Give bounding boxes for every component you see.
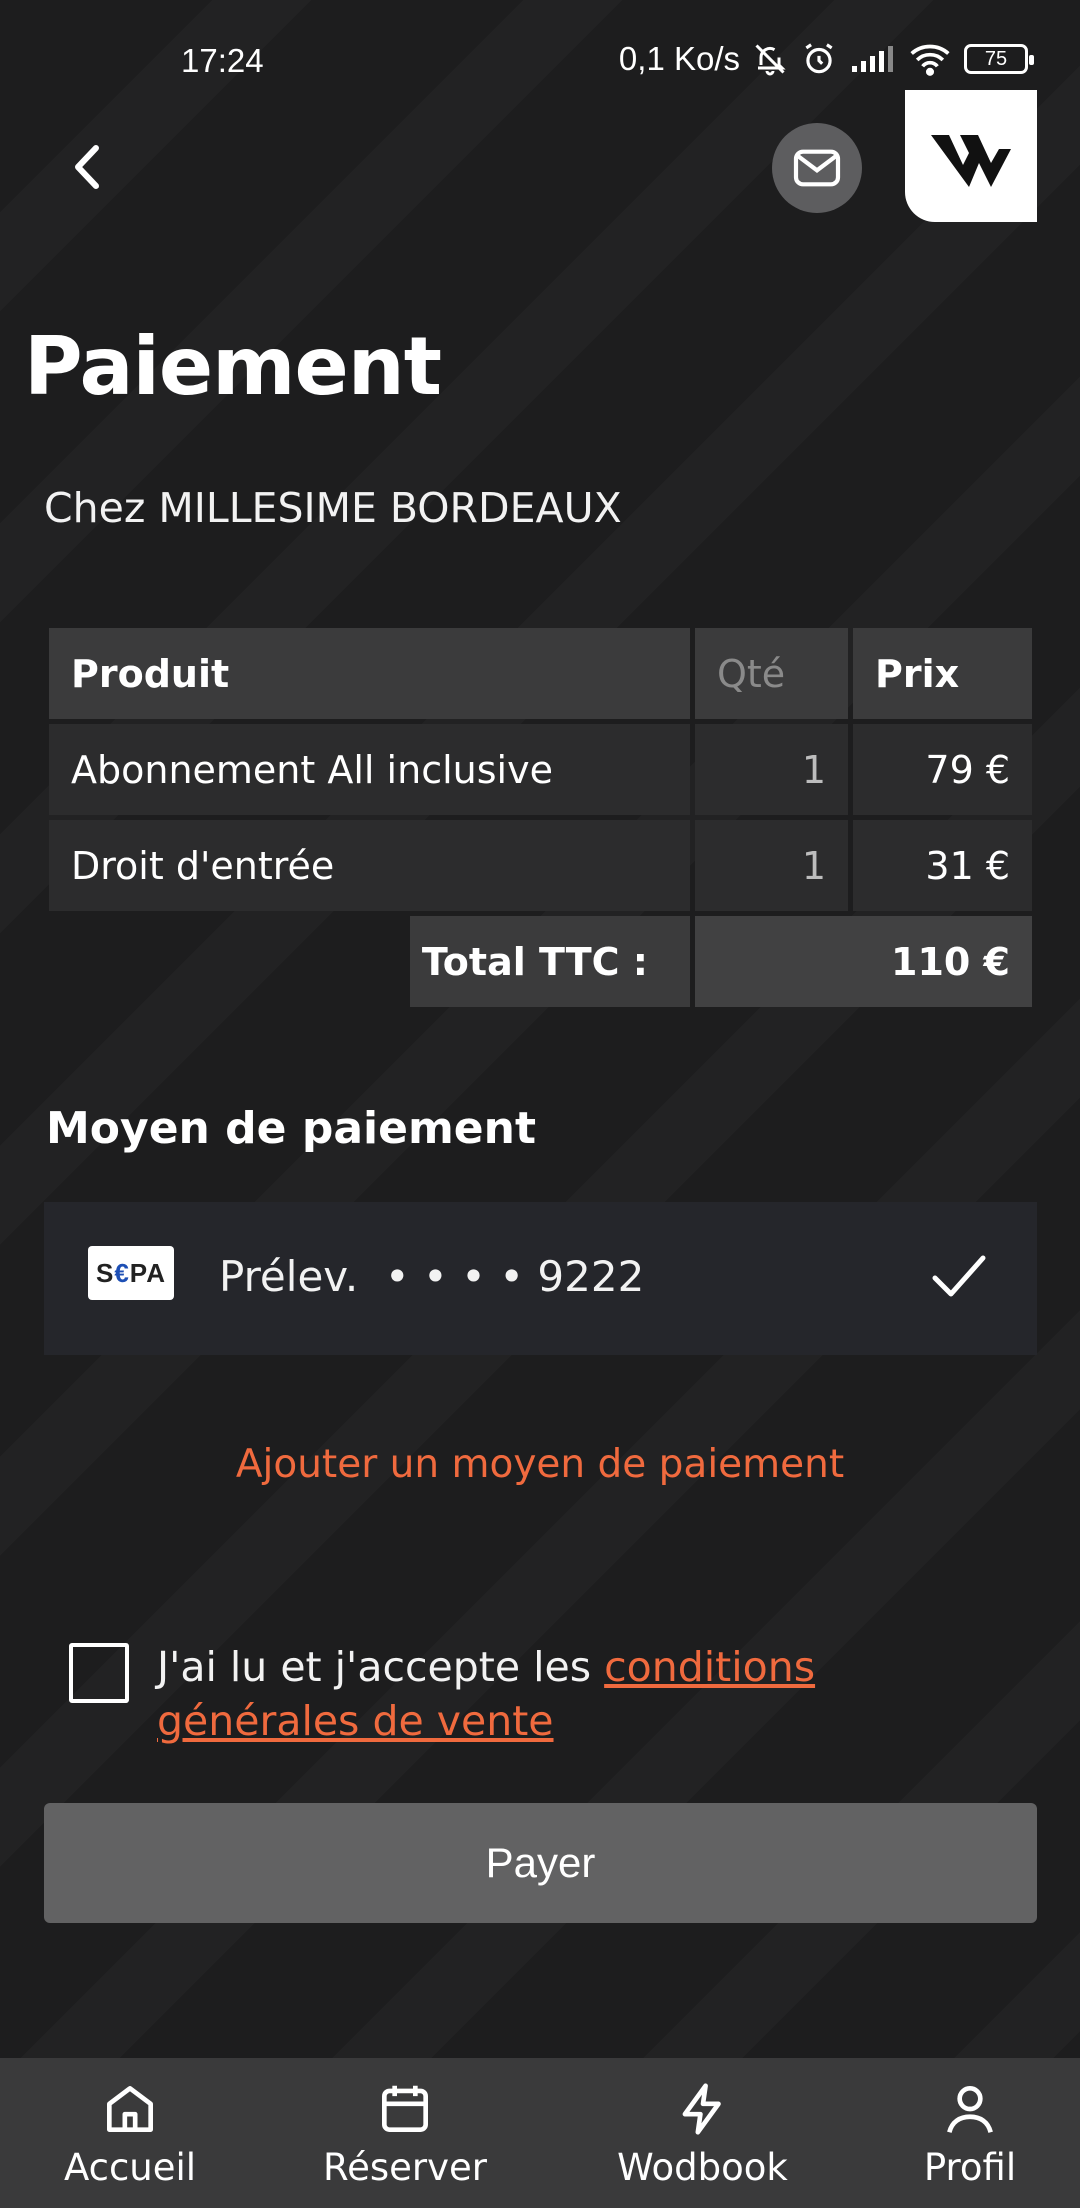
calendar-icon (382, 2085, 428, 2132)
payment-method-label: Prélev. • • • • 9222 (219, 1252, 645, 1301)
sepa-icon: S € PA (88, 1246, 174, 1300)
nav-item-reserver[interactable]: Réserver (320, 2058, 490, 2208)
payment-method-title: Moyen de paiement (46, 1103, 536, 1154)
table-header: Produit Qté Prix (49, 628, 1032, 719)
row-qty: 1 (695, 724, 848, 815)
nav-item-profil[interactable]: Profil (910, 2058, 1030, 2208)
user-icon (947, 2086, 993, 2133)
battery-icon: 75 (964, 44, 1034, 74)
alarm-icon (805, 43, 833, 74)
chevron-left-icon (75, 145, 99, 189)
sepa-suffix: PA (129, 1257, 166, 1288)
order-table: Produit Qté Prix Abonnement All inclusiv… (49, 628, 1032, 1007)
row-price: 79 € (853, 724, 1032, 815)
add-payment-method-link[interactable]: Ajouter un moyen de paiement (0, 1442, 1080, 1487)
page-title: Paiement (24, 320, 442, 413)
bell-off-icon (755, 44, 786, 76)
table-row: Droit d'entrée 1 31 € (49, 820, 1032, 911)
sepa-euro: € (114, 1257, 130, 1288)
sepa-prefix: S (95, 1257, 115, 1288)
check-icon (931, 1252, 987, 1304)
wodboard-logo-icon (931, 135, 1011, 187)
header-price: Prix (853, 628, 1032, 719)
lightning-icon (682, 2083, 721, 2135)
network-speed: 0,1 Ko/s (618, 40, 740, 77)
gym-name: Chez MILLESIME BORDEAUX (44, 484, 622, 532)
terms-checkbox[interactable] (69, 1643, 129, 1703)
pay-button[interactable]: Payer (44, 1803, 1037, 1923)
nav-item-accueil[interactable]: Accueil (60, 2058, 200, 2208)
nav-label: Accueil (63, 2146, 197, 2189)
payment-method-card[interactable]: S € PA Prélev. • • • • 9222 (44, 1202, 1037, 1355)
row-qty: 1 (695, 820, 848, 911)
home-icon (107, 2086, 153, 2132)
wifi-icon (910, 44, 950, 76)
header-qty: Qté (695, 628, 848, 719)
status-icons: 0,1 Ko/s 75 (618, 40, 1034, 78)
total-value: 110 € (695, 916, 1032, 1007)
total-label: Total TTC : (410, 916, 690, 1007)
nav-item-wodbook[interactable]: Wodbook (610, 2058, 795, 2208)
signal-icon (852, 46, 893, 72)
table-row: Abonnement All inclusive 1 79 € (49, 724, 1032, 815)
row-price: 31 € (853, 820, 1032, 911)
nav-label: Réserver (323, 2146, 487, 2189)
terms-label: J'ai lu et j'accepte les (157, 1643, 605, 1691)
row-product: Abonnement All inclusive (49, 724, 690, 815)
total-row: Total TTC : 110 € (49, 916, 1032, 1007)
terms-text: J'ai lu et j'accepte les conditions géné… (157, 1640, 1017, 1748)
header-product: Produit (49, 628, 690, 719)
app-logo (905, 90, 1037, 222)
row-product: Droit d'entrée (49, 820, 690, 911)
nav-label: Profil (923, 2146, 1017, 2189)
mail-icon (793, 149, 841, 187)
nav-label: Wodbook (617, 2146, 788, 2189)
mail-button[interactable] (772, 123, 862, 213)
status-time: 17:24 (181, 42, 264, 79)
back-button[interactable] (66, 140, 110, 194)
bottom-nav: Accueil Réserver Wodbook Profil (0, 2058, 1080, 2208)
